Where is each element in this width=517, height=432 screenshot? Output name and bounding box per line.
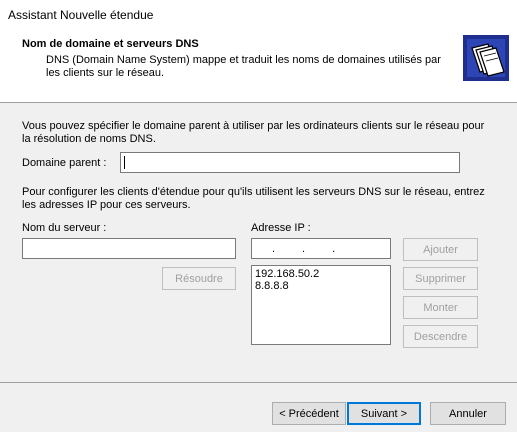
- ip-address-input[interactable]: ...: [251, 238, 391, 259]
- cancel-button[interactable]: Annuler: [430, 402, 506, 425]
- page-description: DNS (Domain Name System) mappe et tradui…: [46, 54, 441, 79]
- ip-octet-separators: ...: [272, 243, 363, 255]
- parent-domain-input[interactable]: [120, 152, 460, 173]
- wizard-header: Nom de domaine et serveurs DNS DNS (Doma…: [0, 30, 517, 103]
- server-name-input[interactable]: [22, 238, 236, 259]
- footer-divider: [0, 382, 517, 383]
- ip-address-label: Adresse IP :: [251, 222, 311, 234]
- resolve-button[interactable]: Résoudre: [162, 267, 236, 290]
- page-title: Nom de domaine et serveurs DNS: [22, 38, 199, 50]
- move-up-button[interactable]: Monter: [403, 296, 478, 319]
- add-button[interactable]: Ajouter: [403, 238, 478, 261]
- title-bar: Assistant Nouvelle étendue: [0, 0, 517, 30]
- parent-domain-intro: Vous pouvez spécifier le domaine parent …: [22, 120, 485, 145]
- move-down-button[interactable]: Descendre: [403, 325, 478, 348]
- list-item[interactable]: 8.8.8.8: [255, 280, 387, 292]
- text-caret: [124, 156, 125, 169]
- dns-server-list[interactable]: 192.168.50.2 8.8.8.8: [251, 265, 391, 345]
- next-button[interactable]: Suivant >: [347, 402, 421, 425]
- remove-button[interactable]: Supprimer: [403, 267, 478, 290]
- folders-icon: [462, 34, 510, 85]
- list-item[interactable]: 192.168.50.2: [255, 268, 387, 280]
- parent-domain-label: Domaine parent :: [22, 157, 107, 169]
- window-title: Assistant Nouvelle étendue: [8, 8, 154, 22]
- server-name-label: Nom du serveur :: [22, 222, 107, 234]
- back-button[interactable]: < Précédent: [272, 402, 346, 425]
- dns-servers-intro: Pour configurer les clients d'étendue po…: [22, 186, 485, 211]
